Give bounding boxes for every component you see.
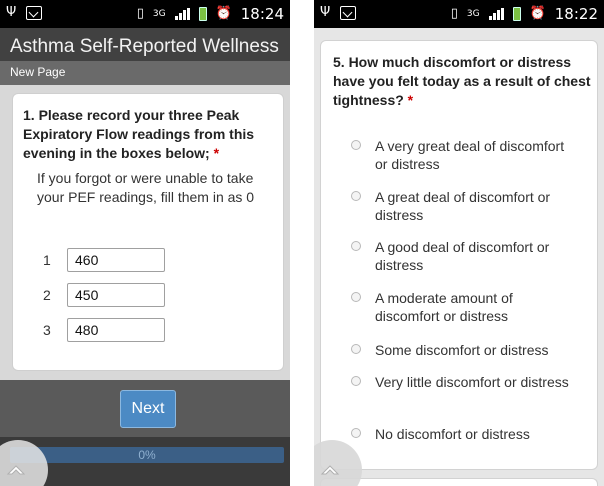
- status-bar: Ψ ▯ 3G ⏰ 18:24: [0, 0, 290, 28]
- required-mark: *: [407, 92, 414, 108]
- reading-label: 1: [43, 252, 51, 268]
- vibrate-icon: ▯: [136, 6, 144, 21]
- signal-icon: [174, 8, 190, 20]
- radio-button[interactable]: [351, 191, 361, 201]
- usb-icon: Ψ: [320, 5, 331, 20]
- usb-icon: Ψ: [6, 5, 17, 20]
- battery-icon: [512, 7, 521, 21]
- battery-icon: [198, 7, 207, 21]
- reading-row-2: 2: [43, 283, 183, 307]
- question-card: 5. How much discomfort or distress have …: [320, 40, 598, 470]
- debug-icon: [26, 6, 43, 20]
- reading-input-3[interactable]: [67, 318, 165, 342]
- radio-button[interactable]: [351, 241, 361, 251]
- right-screen: Ψ ▯ 3G ⏰ 18:22 5. How much discomfort or…: [314, 0, 604, 486]
- option-label: A very great deal of discomfort or distr…: [375, 138, 565, 172]
- reading-row-3: 3: [43, 318, 183, 342]
- network-type-icon: 3G: [466, 9, 480, 19]
- app-title: Asthma Self-Reported Wellness: [10, 36, 279, 57]
- option-label: A moderate amount of discomfort or distr…: [375, 290, 513, 324]
- reading-label: 3: [43, 322, 51, 338]
- radio-button[interactable]: [351, 376, 361, 386]
- option-label: A great deal of discomfort or distress: [375, 189, 551, 223]
- clock: 18:24: [240, 5, 284, 23]
- alarm-icon: ⏰: [529, 6, 546, 21]
- question-card: 1. Please record your three Peak Expirat…: [12, 93, 284, 371]
- question-label: 5. How much discomfort or distress have …: [333, 54, 591, 108]
- left-screen: Ψ ▯ 3G ⏰ 18:24 Asthma Self-Reported Well…: [0, 0, 290, 486]
- option-label: Very little discomfort or distress: [375, 374, 569, 390]
- status-bar: Ψ ▯ 3G ⏰ 18:22: [314, 0, 604, 28]
- radio-button[interactable]: [351, 428, 361, 438]
- progress-label: 0%: [138, 448, 156, 462]
- vibrate-icon: ▯: [450, 6, 458, 21]
- network-type-icon: 3G: [152, 9, 166, 19]
- app-header: Asthma Self-Reported Wellness New Page: [0, 28, 290, 85]
- question-hint: If you forgot or were unable to take you…: [37, 170, 255, 205]
- page-name-bar: New Page: [0, 61, 290, 85]
- question-label: 1. Please record your three Peak Expirat…: [23, 107, 255, 161]
- next-card-edge: [320, 478, 598, 486]
- question-text: 5. How much discomfort or distress have …: [333, 53, 591, 110]
- radio-button[interactable]: [351, 292, 361, 302]
- reading-input-1[interactable]: [67, 248, 165, 272]
- question-text: 1. Please record your three Peak Expirat…: [23, 106, 279, 163]
- option-label: Some discomfort or distress: [375, 342, 549, 358]
- reading-label: 2: [43, 287, 51, 303]
- page-name: New Page: [10, 65, 66, 79]
- back-arrow-icon: [6, 465, 26, 475]
- signal-icon: [488, 8, 504, 20]
- reading-input-2[interactable]: [67, 283, 165, 307]
- reading-row-1: 1: [43, 248, 183, 272]
- alarm-icon: ⏰: [215, 6, 232, 21]
- radio-button[interactable]: [351, 344, 361, 354]
- required-mark: *: [213, 145, 220, 161]
- back-arrow-icon: [320, 465, 340, 475]
- radio-button[interactable]: [351, 140, 361, 150]
- clock: 18:22: [554, 5, 598, 23]
- option-label: No discomfort or distress: [375, 426, 530, 442]
- option-label: A good deal of discomfort or distress: [375, 239, 550, 273]
- next-button[interactable]: Next: [120, 390, 176, 428]
- debug-icon: [340, 6, 357, 20]
- progress-bar: 0%: [10, 447, 284, 463]
